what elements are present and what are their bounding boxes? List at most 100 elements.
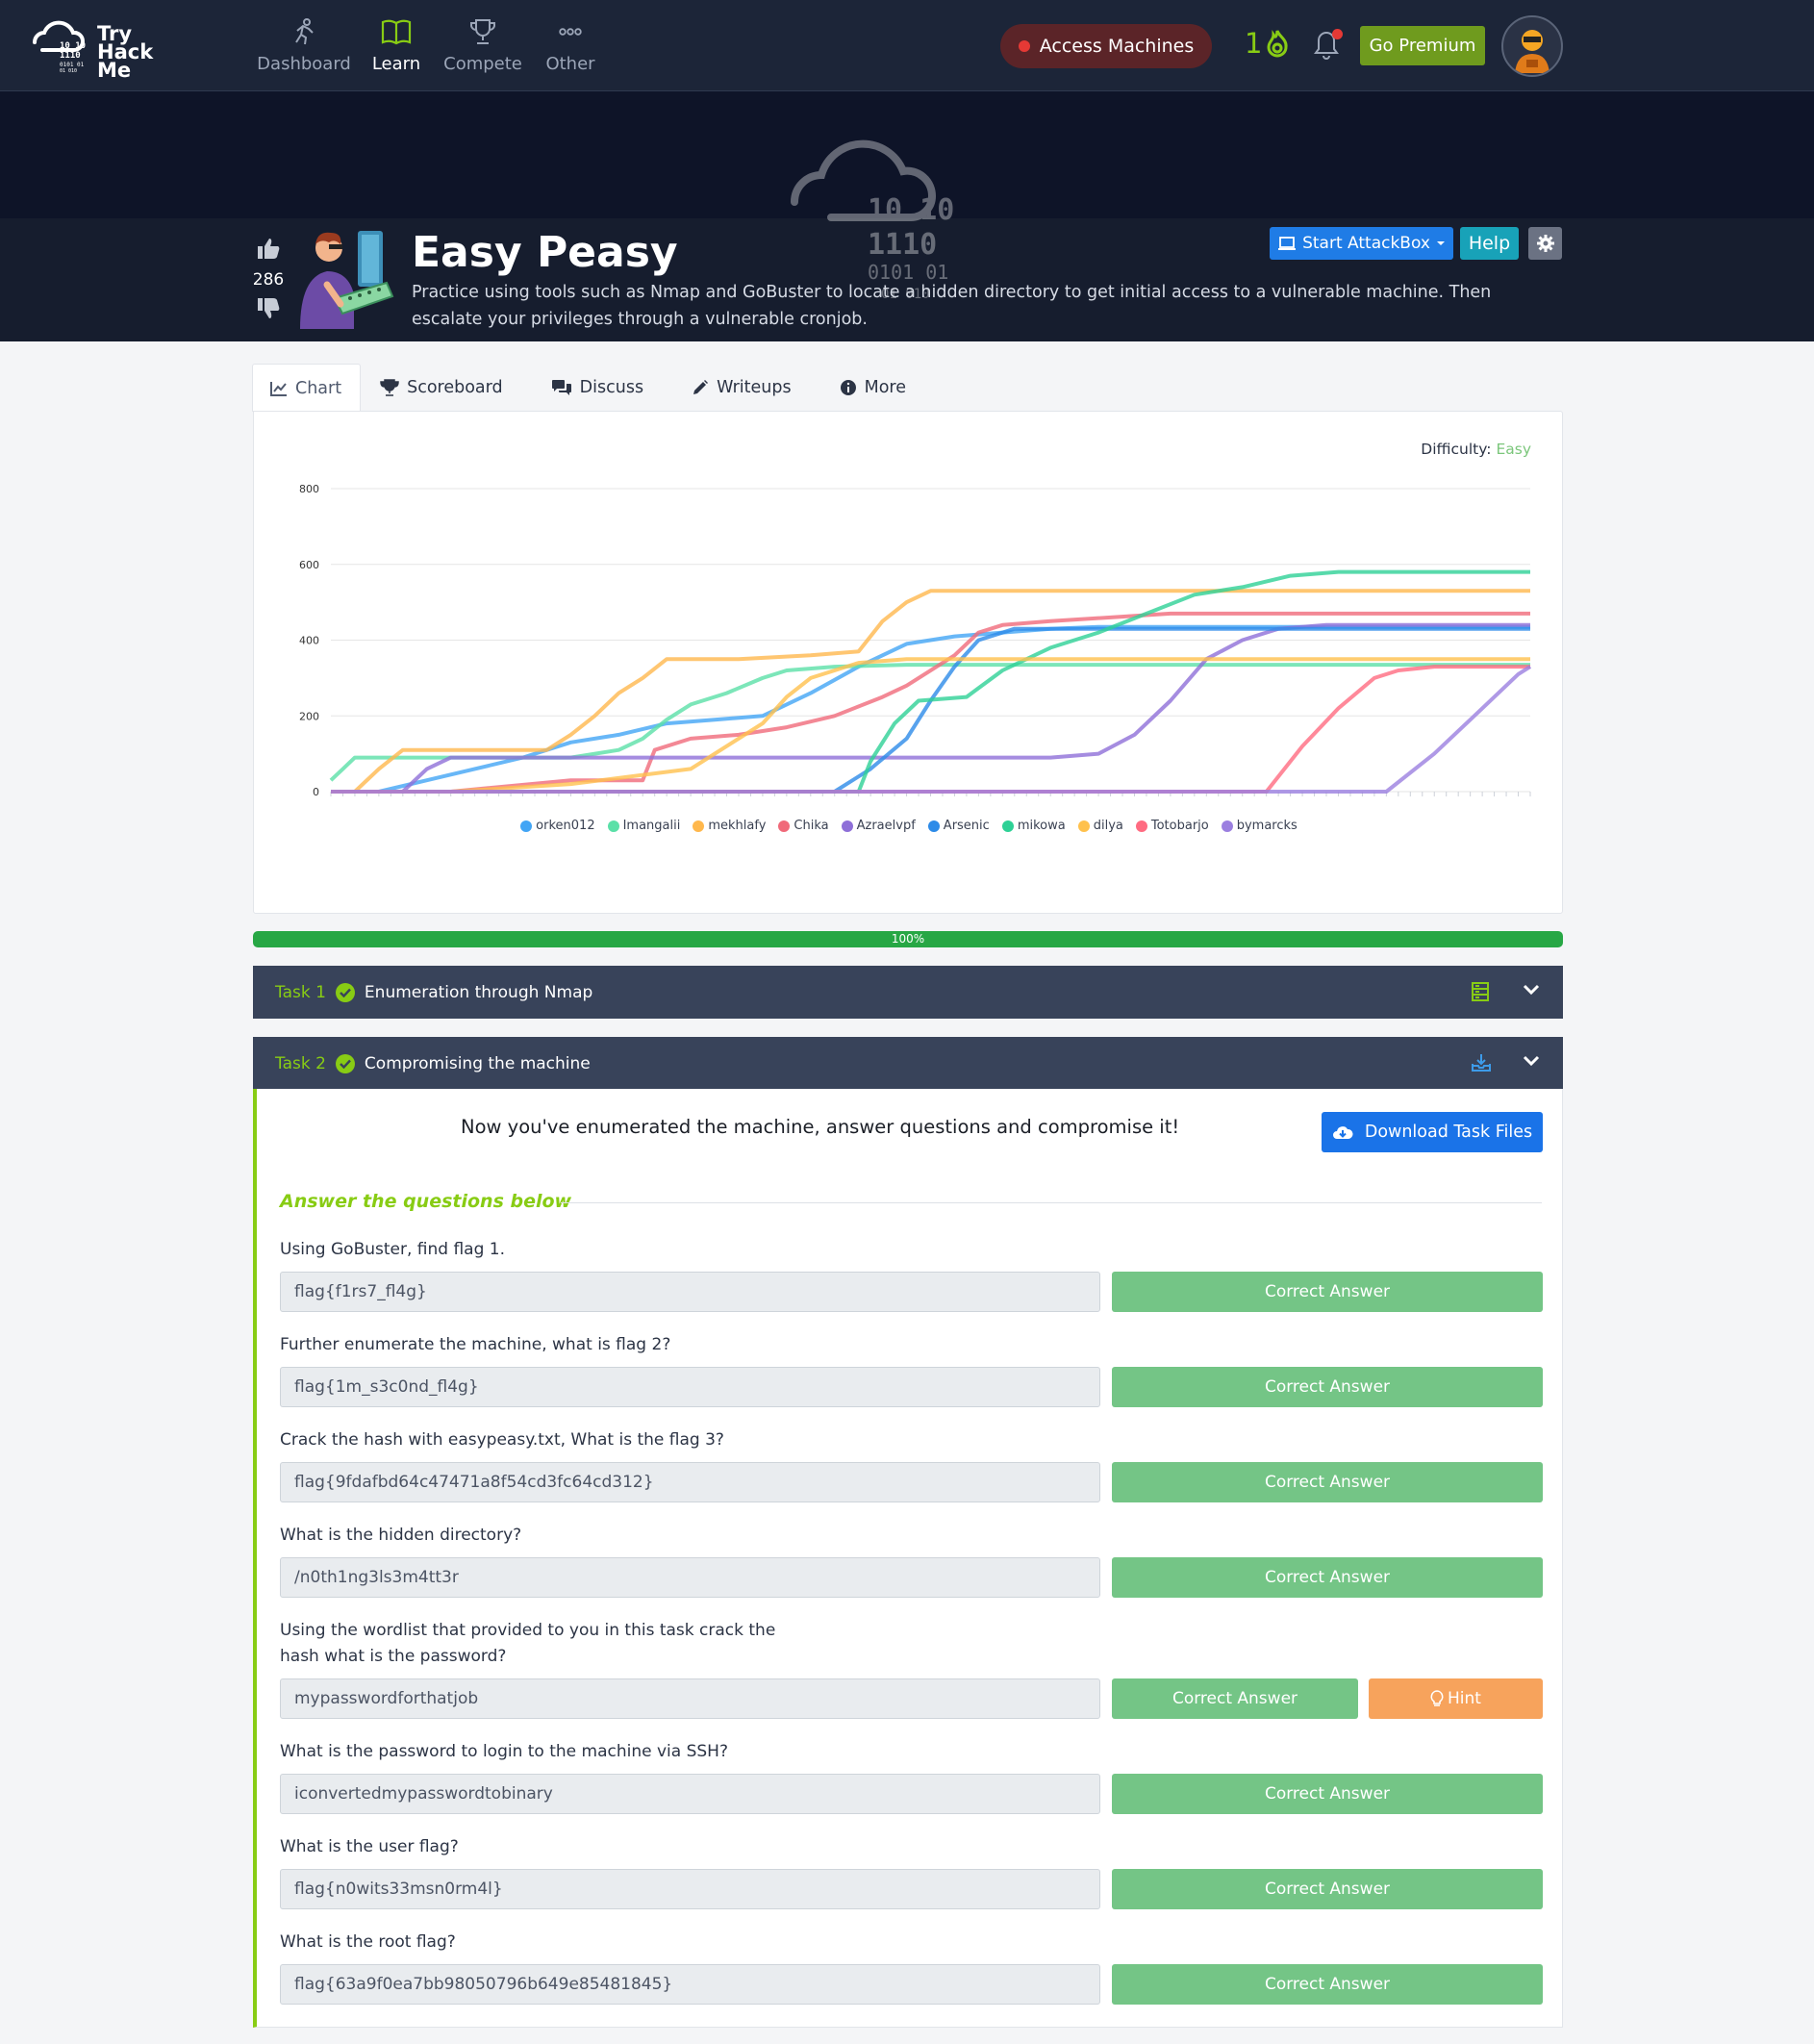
correct-answer-button[interactable]: Correct Answer (1112, 1367, 1543, 1407)
legend-swatch (841, 820, 853, 832)
vote-widget: 286 (252, 237, 285, 325)
tab-writeups[interactable]: Writeups (672, 364, 820, 412)
task-title: Compromising the machine (364, 1053, 591, 1073)
task-number: Task 2 (275, 1053, 326, 1073)
settings-button[interactable] (1528, 227, 1562, 260)
correct-answer-button[interactable]: Correct Answer (1112, 1678, 1358, 1719)
legend-item[interactable]: bymarcks (1221, 819, 1298, 833)
legend-item[interactable]: Arsenic (927, 819, 990, 833)
series-line-Arsenic[interactable] (331, 626, 1530, 794)
legend-item[interactable]: mekhlafy (693, 819, 766, 833)
avatar[interactable] (1501, 15, 1563, 77)
top-navbar: 10 10 1110 0101 01 01 010 Try Hack Me Da… (0, 0, 1814, 91)
legend-swatch (693, 820, 705, 832)
correct-answer-button[interactable]: Correct Answer (1112, 1964, 1543, 2005)
thumbs-up-icon[interactable] (256, 237, 281, 260)
answer-field[interactable]: flag{9fdafbd64c47471a8f54cd3fc64cd312} (280, 1462, 1100, 1502)
question-text: Crack the hash with easypeasy.txt, What … (280, 1430, 724, 1450)
go-premium-button[interactable]: Go Premium (1360, 26, 1485, 65)
series-line-Azraelvpf[interactable] (331, 622, 1530, 794)
legend-swatch (1221, 820, 1233, 832)
chevron-down-icon[interactable] (1523, 1055, 1540, 1067)
correct-answer-button[interactable]: Correct Answer (1112, 1557, 1543, 1598)
nav-label: Compete (443, 54, 522, 74)
question-text: What is the user flag? (280, 1837, 459, 1856)
progress-line-chart: 0 200 400 600 800 (299, 483, 1532, 798)
user-avatar-icon (1515, 30, 1549, 73)
flame-icon (1267, 30, 1288, 58)
series-line-Imangalii[interactable] (329, 663, 1530, 782)
check-circle-icon (335, 982, 355, 1002)
legend-label: mikowa (1017, 819, 1066, 833)
legend-label: Azraelvpf (856, 819, 916, 833)
legend-item[interactable]: Totobarjo (1135, 819, 1209, 833)
chart-legend: orken012 Imangalii mekhlafy Chika Azraelvpf A… (254, 819, 1564, 833)
legend-item[interactable]: Azraelvpf (841, 819, 916, 833)
tab-discuss[interactable]: Discuss (532, 364, 672, 412)
legend-label: dilya (1093, 819, 1123, 833)
start-attackbox-button[interactable]: Start AttackBox (1270, 227, 1453, 260)
download-tray-icon (1472, 1054, 1491, 1072)
series-line-orken012[interactable] (331, 624, 1530, 794)
correct-answer-button[interactable]: Correct Answer (1112, 1462, 1543, 1502)
nav-label: Dashboard (257, 54, 351, 74)
answer-field[interactable]: flag{n0wits33msn0rm4l} (280, 1869, 1100, 1909)
correct-answer-button[interactable]: Correct Answer (1112, 1774, 1543, 1814)
tab-more[interactable]: More (820, 364, 935, 412)
legend-item[interactable]: dilya (1077, 819, 1123, 833)
correct-answer-button[interactable]: Correct Answer (1112, 1272, 1543, 1312)
tab-label: Scoreboard (407, 378, 503, 397)
y-tick-label: 0 (313, 786, 319, 798)
question-text: What is the root flag? (280, 1932, 456, 1952)
answer-field[interactable]: flag{63a9f0ea7bb98050796b649e85481845} (280, 1964, 1100, 2005)
answer-questions-heading: Answer the questions below (280, 1191, 572, 1212)
legend-swatch (1077, 820, 1090, 832)
thumbs-down-icon[interactable] (256, 297, 281, 320)
question-text: Using the wordlist that provided to you … (280, 1621, 776, 1666)
series-line-dilya[interactable] (331, 657, 1530, 794)
legend-swatch (1001, 820, 1014, 832)
legend-swatch (927, 820, 940, 832)
tab-label: More (864, 378, 906, 397)
streak-counter[interactable]: 1 (1245, 27, 1289, 60)
access-machines-button[interactable]: Access Machines (1000, 24, 1212, 68)
series-line-bymarcks[interactable] (331, 665, 1532, 794)
legend-item[interactable]: Chika (778, 819, 829, 833)
hint-button[interactable]: Hint (1369, 1678, 1543, 1719)
y-tick-label: 600 (299, 559, 319, 571)
tab-label: Writeups (717, 378, 792, 397)
answer-field[interactable]: mypasswordforthatjob (280, 1678, 1100, 1719)
tab-chart[interactable]: Chart (252, 364, 362, 412)
download-task-files-button[interactable]: Download Task Files (1322, 1112, 1543, 1152)
task-1-header[interactable]: Task 1 Enumeration through Nmap (253, 966, 1563, 1019)
tryhackme-logo[interactable]: 10 10 1110 0101 01 01 010 Try Hack Me (25, 10, 160, 83)
legend-label: Imangalii (622, 819, 681, 833)
series-line-Totobarjo[interactable] (331, 665, 1530, 794)
tab-scoreboard[interactable]: Scoreboard (361, 364, 532, 412)
answer-field[interactable]: /n0th1ng3ls3m4tt3r (280, 1557, 1100, 1598)
task-2-header[interactable]: Task 2 Compromising the machine (253, 1037, 1563, 1090)
trophy-icon (380, 379, 399, 396)
logo-text: Try Hack Me (97, 22, 154, 82)
legend-item[interactable]: orken012 (520, 819, 595, 833)
vote-count: 286 (252, 270, 285, 290)
dots-icon (517, 17, 623, 46)
question-text: Further enumerate the machine, what is f… (280, 1335, 671, 1354)
correct-answer-button[interactable]: Correct Answer (1112, 1869, 1543, 1909)
laptop-icon (1278, 237, 1297, 250)
cloud-download-icon (1332, 1126, 1353, 1139)
legend-item[interactable]: Imangalii (607, 819, 681, 833)
answer-field[interactable]: iconvertedmypasswordtobinary (280, 1774, 1100, 1814)
help-button[interactable]: Help (1460, 227, 1519, 260)
legend-label: bymarcks (1236, 819, 1298, 833)
info-circle-icon (840, 380, 856, 395)
caret-down-icon (1436, 241, 1445, 245)
answer-field[interactable]: flag{f1rs7_fl4g} (280, 1272, 1100, 1312)
room-tabs: Chart Scoreboard Discuss Writeups More (252, 364, 935, 412)
legend-item[interactable]: mikowa (1001, 819, 1066, 833)
notification-dot-icon (1332, 29, 1343, 39)
chevron-down-icon[interactable] (1523, 984, 1540, 996)
nav-dashboard[interactable]: Dashboard (251, 17, 357, 74)
nav-other[interactable]: Other (517, 17, 623, 74)
answer-field[interactable]: flag{1m_s3c0nd_fl4g} (280, 1367, 1100, 1407)
